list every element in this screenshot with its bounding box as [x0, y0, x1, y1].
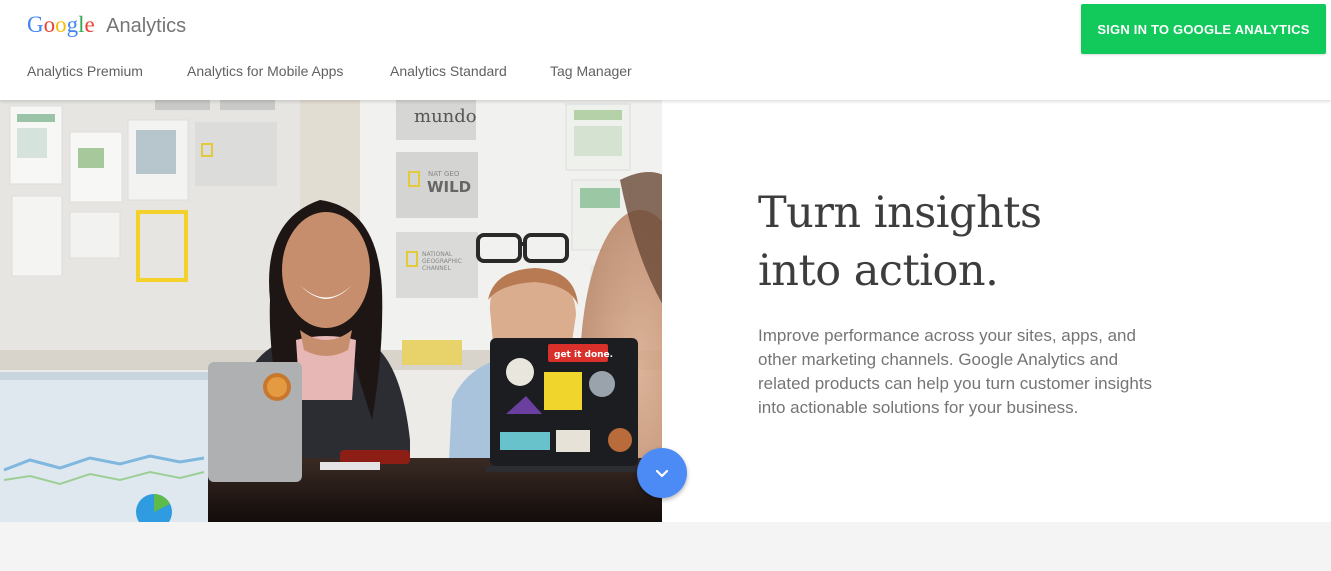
nav-tag-manager[interactable]: Tag Manager: [550, 62, 632, 80]
laptop-sticker-text: get it done.: [554, 350, 613, 360]
headline-line-1: Turn insights: [758, 188, 1042, 238]
site-header: Google Analytics Analytics Premium Analy…: [0, 0, 1331, 100]
next-section-strip: [0, 522, 1331, 571]
poster-national: NATIONAL: [422, 251, 453, 258]
hero-photo: mundo NAT GEO WILD NATIONAL GEOGRAPHIC C…: [0, 100, 662, 522]
sign-in-button[interactable]: SIGN IN TO GOOGLE ANALYTICS: [1081, 4, 1326, 54]
nav-analytics-standard[interactable]: Analytics Standard: [390, 62, 507, 80]
hero-headline: Turn insights into action.: [758, 184, 1178, 300]
product-name: Analytics: [106, 15, 187, 37]
poster-natgeo-small: NAT GEO: [428, 170, 460, 178]
poster-mundo: mundo: [414, 106, 477, 127]
poster-geographic: GEOGRAPHIC: [422, 258, 462, 265]
headline-line-2: into action.: [758, 246, 999, 296]
office-meeting-illustration: mundo NAT GEO WILD NATIONAL GEOGRAPHIC C…: [0, 100, 662, 522]
hero-description: Improve performance across your sites, a…: [758, 326, 1153, 417]
google-wordmark: Google: [27, 12, 95, 37]
nav-analytics-mobile-apps[interactable]: Analytics for Mobile Apps: [187, 62, 343, 80]
google-analytics-logo[interactable]: Google Analytics: [27, 10, 186, 40]
poster-channel: CHANNEL: [422, 265, 452, 272]
nav-analytics-premium[interactable]: Analytics Premium: [27, 62, 143, 80]
hero-text: Turn insights into action. Improve perfo…: [758, 184, 1178, 420]
chevron-down-icon: [655, 469, 669, 478]
scroll-down-button[interactable]: [637, 448, 687, 498]
poster-wild: WILD: [427, 178, 471, 196]
